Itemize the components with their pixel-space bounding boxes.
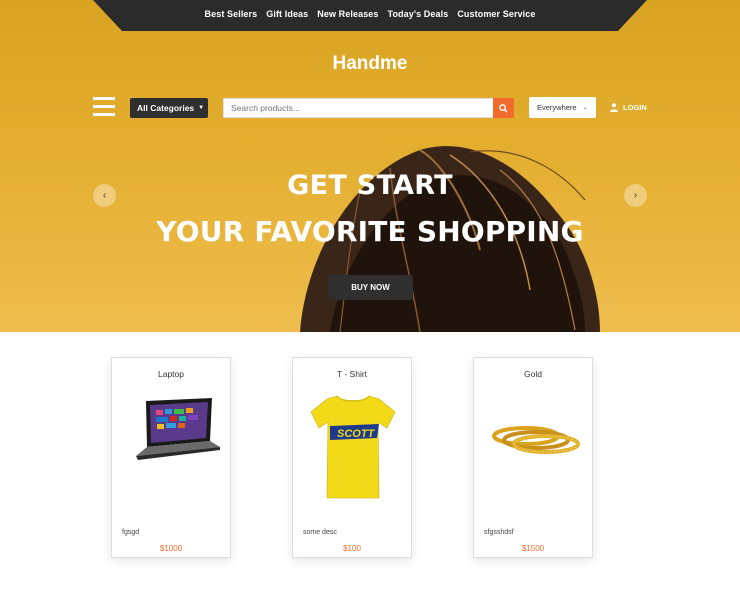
nav-link-best-sellers[interactable]: Best Sellers	[205, 9, 258, 19]
chevron-down-icon: ⌄	[582, 105, 588, 111]
product-card[interactable]: Gold sfgsshdsf $1500	[473, 357, 593, 558]
hero-banner: Best Sellers Gift Ideas New Releases Tod…	[0, 0, 740, 332]
nav-link-customer-service[interactable]: Customer Service	[457, 9, 535, 19]
product-name: Gold	[524, 369, 542, 379]
login-link[interactable]: LOGIN	[610, 101, 647, 113]
location-dropdown-label: Everywhere	[537, 103, 577, 112]
location-dropdown[interactable]: Everywhere ⌄	[529, 97, 596, 118]
product-description: fgsgd	[122, 529, 140, 536]
menu-icon[interactable]	[93, 97, 115, 117]
search-input[interactable]	[223, 98, 494, 118]
product-name: Laptop	[158, 369, 184, 379]
svg-text:SCOTT: SCOTT	[337, 428, 376, 440]
category-dropdown-label: All Categories	[137, 103, 195, 113]
login-label: LOGIN	[623, 102, 647, 112]
search-button[interactable]	[493, 98, 514, 118]
search-icon	[499, 103, 508, 113]
category-dropdown[interactable]: All Categories ▼	[130, 98, 208, 118]
brand-logo[interactable]: Handme	[0, 53, 740, 75]
caret-down-icon: ▼	[198, 105, 205, 111]
hero-headline-line2: YOUR FAVORITE SHOPPING	[156, 215, 584, 248]
nav-link-todays-deals[interactable]: Today's Deals	[388, 9, 449, 19]
buy-now-button[interactable]: BUY NOW	[328, 275, 413, 300]
product-price: $1000	[159, 544, 183, 553]
product-card[interactable]: Laptop fgsgd $1000	[111, 357, 231, 558]
user-icon	[610, 102, 618, 112]
product-description: sfgsshdsf	[484, 529, 514, 536]
top-navigation: Best Sellers Gift Ideas New Releases Tod…	[0, 0, 740, 31]
laptop-image	[136, 398, 220, 460]
gold-bangles-image	[492, 426, 580, 454]
product-price: $100	[343, 544, 361, 553]
hero-headline-line1: GET START	[287, 170, 453, 201]
nav-link-gift-ideas[interactable]: Gift Ideas	[266, 9, 308, 19]
product-price: $1500	[521, 544, 545, 553]
product-name: T - Shirt	[336, 369, 368, 379]
product-card[interactable]: T - Shirt SCOTT some desc $100	[292, 357, 412, 558]
nav-link-new-releases[interactable]: New Releases	[317, 9, 378, 19]
tshirt-image: SCOTT	[310, 395, 396, 499]
product-description: some desc	[303, 529, 337, 536]
